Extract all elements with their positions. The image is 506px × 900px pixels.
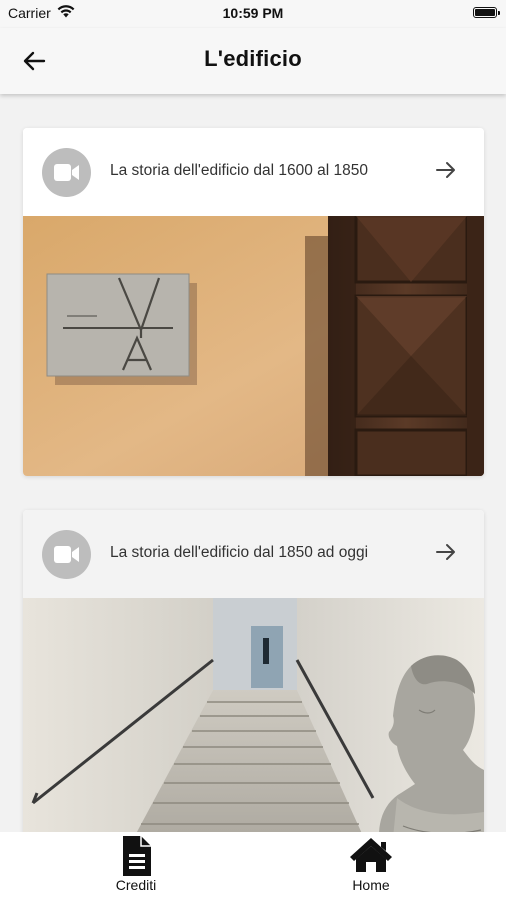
status-bar: Carrier 10:59 PM <box>0 0 506 28</box>
tab-crediti[interactable]: Crediti <box>76 832 196 900</box>
open-card-button[interactable] <box>434 158 458 182</box>
battery-icon <box>473 7 500 18</box>
open-card-button[interactable] <box>434 540 458 564</box>
content-list: La storia dell'edificio dal 1600 al 1850 <box>0 94 506 832</box>
video-card-1600-1850[interactable]: La storia dell'edificio dal 1600 al 1850 <box>23 128 484 476</box>
video-badge <box>42 530 91 579</box>
arrow-right-icon <box>436 544 455 560</box>
arrow-right-icon <box>436 162 455 178</box>
video-camera-icon <box>54 164 79 181</box>
tab-label: Crediti <box>115 877 157 893</box>
wall-plaque-and-wooden-door-photo <box>23 216 484 476</box>
tab-home[interactable]: Home <box>311 832 431 900</box>
document-icon <box>76 836 196 876</box>
card-header[interactable]: La storia dell'edificio dal 1600 al 1850 <box>23 128 484 216</box>
card-title: La storia dell'edificio dal 1600 al 1850 <box>110 162 369 179</box>
battery-fill <box>475 9 495 16</box>
video-badge <box>42 148 91 197</box>
video-card-1850-oggi[interactable]: La storia dell'edificio dal 1850 ad oggi <box>23 510 484 832</box>
page-title: L'edificio <box>204 46 302 71</box>
video-camera-icon <box>54 546 79 563</box>
status-time: 10:59 PM <box>222 5 284 21</box>
staircase-and-bust-photo <box>23 598 484 832</box>
card-header[interactable]: La storia dell'edificio dal 1850 ad oggi <box>23 510 484 598</box>
bottom-tab-bar: Crediti Home <box>0 832 506 900</box>
card-title: La storia dell'edificio dal 1850 ad oggi <box>110 544 369 561</box>
home-icon <box>311 836 431 874</box>
tab-label: Home <box>352 877 390 893</box>
app-bar: L'edificio <box>0 28 506 94</box>
